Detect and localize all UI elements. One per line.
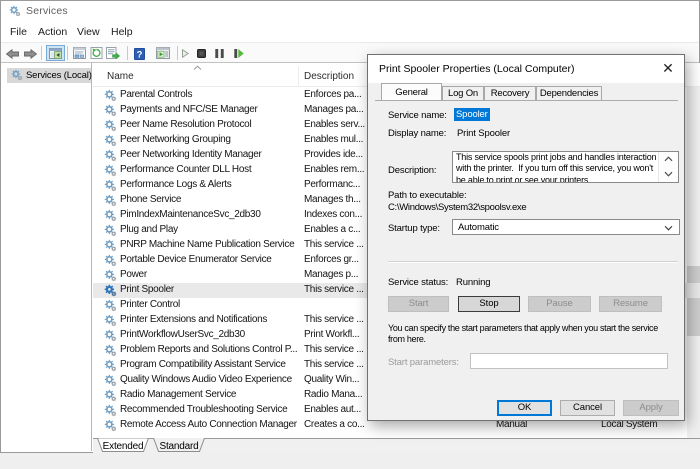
svg-text:Extended: Extended (103, 441, 144, 452)
svg-text:?: ? (137, 49, 143, 60)
svg-text:Standard: Standard (160, 441, 199, 452)
